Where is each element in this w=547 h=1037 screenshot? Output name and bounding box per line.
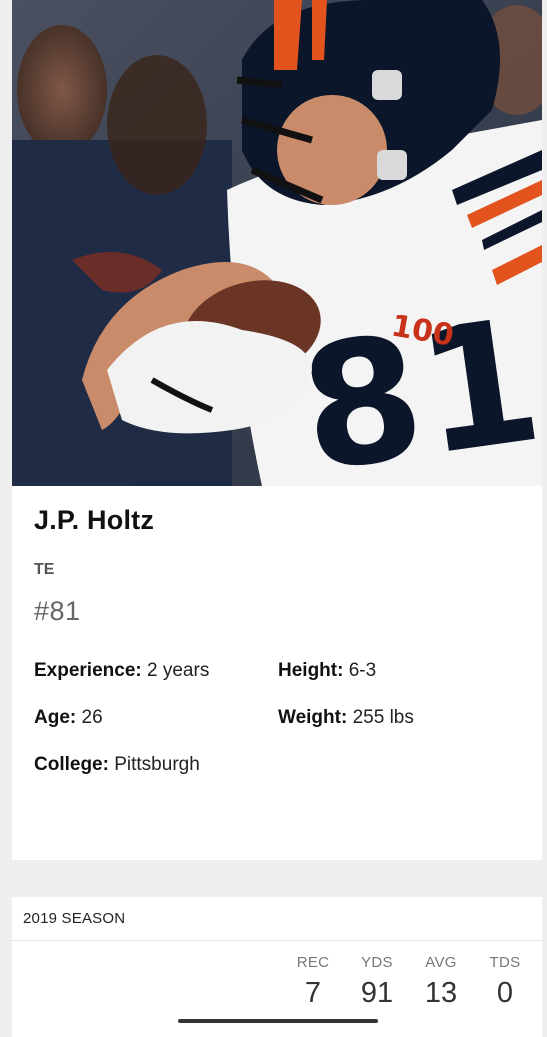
stat-avg: AVG 13 [411, 954, 471, 1010]
player-card: 81 100 J.P. Holtz TE #81 Experience: 2 y… [12, 0, 542, 860]
player-name: J.P. Holtz [34, 505, 155, 535]
season-title: 2019 SEASON [23, 910, 126, 927]
stat-value: 91 [360, 977, 394, 1009]
stat-value: 7 [304, 977, 322, 1009]
player-position: TE [34, 561, 55, 578]
player-photo: 81 100 [12, 0, 542, 486]
weight-row: Weight: 255 lbs [278, 707, 414, 729]
college-label: College: [34, 754, 109, 775]
age-row: Age: 26 [34, 707, 103, 729]
season-stats-card: 2019 SEASON REC 7 YDS 91 AVG 13 TDS 0 [12, 897, 542, 1037]
stat-label: REC [296, 954, 330, 971]
divider [12, 940, 542, 941]
experience-label: Experience: [34, 660, 142, 681]
player-number: #81 [34, 596, 81, 626]
player-info: J.P. Holtz TE #81 Experience: 2 years He… [34, 505, 522, 775]
stat-label: YDS [361, 954, 393, 971]
weight-value: 255 lbs [352, 707, 414, 728]
scroll-indicator[interactable] [178, 1019, 378, 1023]
height-row: Height: 6-3 [278, 660, 376, 682]
college-value: Pittsburgh [114, 754, 200, 775]
height-label: Height: [278, 660, 344, 681]
stat-rec: REC 7 [283, 954, 343, 1010]
stat-label: AVG [425, 954, 457, 971]
stat-value: 0 [496, 977, 514, 1009]
stat-yds: YDS 91 [347, 954, 407, 1010]
stat-tds: TDS 0 [475, 954, 535, 1010]
weight-label: Weight: [278, 707, 348, 728]
stat-label: TDS [489, 954, 521, 971]
stat-value: 13 [424, 977, 458, 1009]
experience-row: Experience: 2 years [34, 660, 209, 682]
college-row: College: Pittsburgh [34, 754, 200, 776]
age-label: Age: [34, 707, 77, 728]
experience-value: 2 years [147, 660, 210, 681]
height-value: 6-3 [348, 660, 377, 681]
age-value: 26 [81, 707, 103, 728]
